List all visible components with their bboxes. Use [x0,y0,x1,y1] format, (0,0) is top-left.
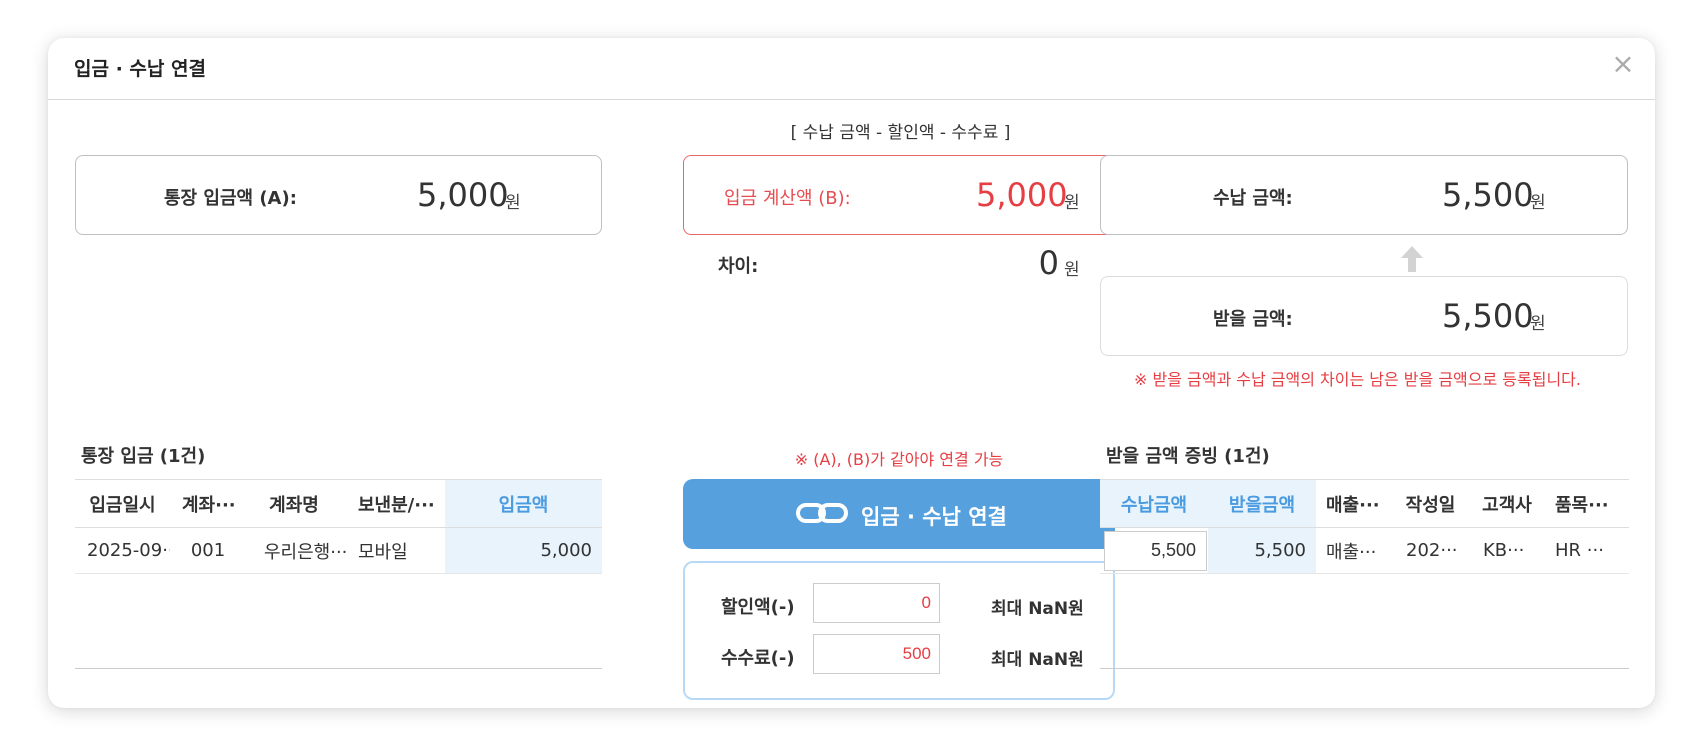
calc-deposit-label: 입금 계산액 (B): [724,188,851,209]
column-header[interactable]: 입금일시 [75,479,170,528]
received-amount-unit: 원 [1530,193,1546,213]
discount-label: 할인액(-) [721,597,795,618]
calc-deposit-unit: 원 [1064,193,1080,213]
receivable-amount-unit: 원 [1530,314,1546,334]
column-header[interactable]: 받을금액 [1208,479,1316,528]
received-amount-value: 5,500 [1442,176,1534,214]
fee-max: 최대 NaN원 [991,650,1084,670]
bank-table-title: 통장 입금 (1건) [81,446,206,467]
table-cell: 매출··· [1316,527,1392,574]
column-header[interactable]: 매출··· [1316,479,1392,528]
receivable-amount-label: 받을 금액: [1213,309,1293,330]
receivable-amount-value: 5,500 [1442,297,1534,335]
received-amount-label: 수납 금액: [1213,188,1293,209]
table-header-row: 수납금액 받을금액 매출··· 작성일 고객사 품목··· [1100,479,1629,528]
table-cell: 5,500 [1208,527,1316,574]
bank-deposit-label: 통장 입금액 (A): [164,188,297,209]
column-header[interactable]: 입금액 [445,479,602,528]
calc-deposit-value: 5,000 [976,176,1068,214]
dialog-title: 입금 · 수납 연결 [74,58,206,80]
table-header-row: 입금일시 계좌··· 계좌명 보낸분/··· 입금액 [75,479,602,528]
link-dialog: 입금 · 수납 연결 × [ 수납 금액 - 할인액 - 수수료 ] 통장 입금… [48,38,1655,708]
column-header[interactable]: 품목··· [1545,479,1629,528]
column-header[interactable]: 작성일 [1392,479,1469,528]
table-cell: HR ··· [1545,527,1629,574]
close-icon[interactable]: × [1607,48,1639,80]
table-cell: 우리은행··· [242,527,346,574]
bank-deposit-summary: 통장 입금액 (A): 5,000 원 [75,155,602,235]
table-cell: 5,000 [445,527,602,574]
up-arrow-icon [1401,246,1423,272]
fee-label: 수수료(-) [721,648,795,669]
discount-input[interactable] [813,583,940,623]
receivable-notice: ※ 받을 금액과 수납 금액의 차이는 남은 받을 금액으로 등록됩니다. [1134,370,1581,389]
bank-deposit-table: 입금일시 계좌··· 계좌명 보낸분/··· 입금액 2025-09··· 00… [75,479,602,574]
bank-deposit-unit: 원 [505,193,521,213]
formula-note: [ 수납 금액 - 할인액 - 수수료 ] [790,123,1011,143]
difference-unit: 원 [1064,260,1080,280]
difference-label: 차이: [718,256,759,277]
table-row[interactable]: 2025-09··· 001 우리은행··· 모바일 5,000 [75,527,602,574]
column-header[interactable]: 고객사 [1469,479,1545,528]
table-cell [1100,527,1208,574]
column-header[interactable]: 수납금액 [1100,479,1208,528]
received-amount-input[interactable] [1104,530,1207,571]
table-cell: 2025-09··· [75,527,170,574]
link-button-label: 입금 · 수납 연결 [861,505,1007,529]
receivable-evidence-table: 수납금액 받을금액 매출··· 작성일 고객사 품목··· 5,500 매출··… [1100,479,1629,574]
receivable-amount-summary: 받을 금액: 5,500 원 [1100,276,1628,356]
dialog-header: 입금 · 수납 연결 × [48,38,1655,100]
calc-deposit-summary: 입금 계산액 (B): 5,000 원 [683,155,1115,235]
received-amount-summary: 수납 금액: 5,500 원 [1100,155,1628,235]
adjustments-panel: 할인액(-) 최대 NaN원 수수료(-) 최대 NaN원 [683,561,1115,700]
link-condition-notice: ※ (A), (B)가 같아야 연결 가능 [794,450,1004,469]
table-bottom-divider [1100,668,1629,669]
table-cell: 모바일 [346,527,445,574]
discount-max: 최대 NaN원 [991,599,1084,619]
column-header[interactable]: 보낸분/··· [346,479,445,528]
column-header[interactable]: 계좌··· [170,479,242,528]
table-row[interactable]: 5,500 매출··· 202··· KB··· HR ··· [1100,527,1629,574]
fee-input[interactable] [813,634,940,674]
receivable-table-title: 받을 금액 증빙 (1건) [1106,446,1270,467]
link-chain-icon [796,503,848,523]
table-bottom-divider [75,668,602,669]
difference-value: 0 [1038,244,1059,282]
table-cell: KB··· [1469,527,1545,574]
table-cell: 202··· [1392,527,1469,574]
table-cell: 001 [170,527,242,574]
link-deposit-button[interactable]: 입금 · 수납 연결 [683,479,1115,549]
column-header[interactable]: 계좌명 [242,479,346,528]
bank-deposit-value: 5,000 [417,176,509,214]
